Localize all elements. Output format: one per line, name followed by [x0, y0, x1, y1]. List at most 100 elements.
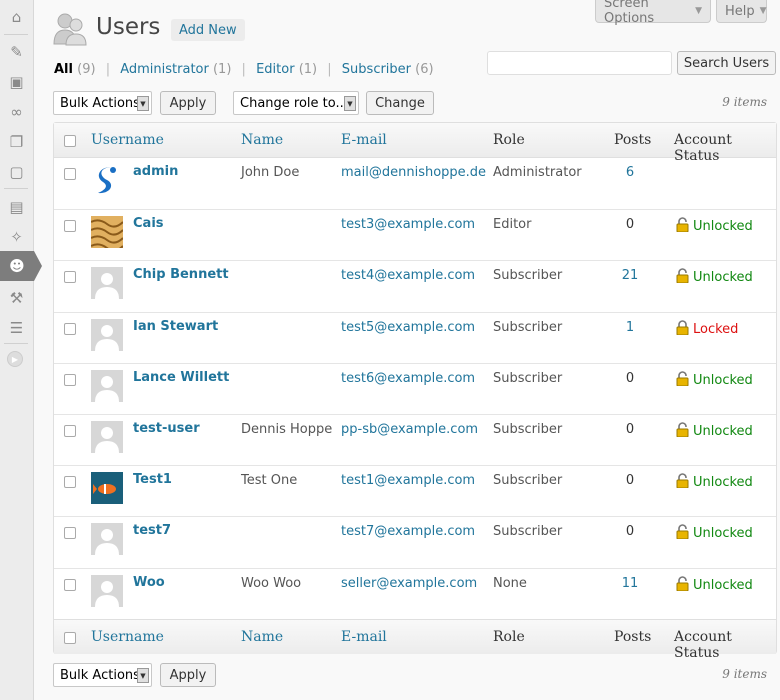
- row-checkbox[interactable]: [64, 425, 76, 437]
- add-new-button[interactable]: Add New: [171, 19, 245, 41]
- username-link[interactable]: Ian Stewart: [133, 319, 218, 334]
- account-status[interactable]: Locked: [676, 319, 738, 339]
- items-count-bottom: 9 items: [722, 667, 767, 681]
- settings-icon[interactable]: ☰: [0, 313, 33, 343]
- column-username[interactable]: Username: [91, 132, 164, 148]
- email-link[interactable]: seller@example.com: [341, 576, 477, 591]
- comments-icon[interactable]: ▢: [0, 157, 33, 187]
- select-all-checkbox[interactable]: [64, 632, 76, 644]
- bulk-actions-label: Bulk Actions: [60, 667, 140, 683]
- chevron-down-icon: ▼: [137, 96, 149, 111]
- status-text: Unlocked: [693, 424, 753, 439]
- role-text: Subscriber: [493, 268, 563, 284]
- apply-button[interactable]: Apply: [160, 91, 216, 115]
- row-checkbox[interactable]: [64, 527, 76, 540]
- search-input[interactable]: [487, 51, 672, 75]
- users-icon[interactable]: ☻: [0, 251, 42, 281]
- role-text: Subscriber: [493, 473, 563, 489]
- row-checkbox[interactable]: [64, 271, 76, 284]
- sidebar-separator: [4, 343, 28, 344]
- account-status[interactable]: Unlocked: [676, 422, 753, 441]
- plugins-icon[interactable]: ✧: [0, 222, 33, 252]
- account-status[interactable]: Unlocked: [676, 217, 753, 236]
- filter-editor[interactable]: Editor: [256, 62, 294, 77]
- row-checkbox[interactable]: [64, 322, 76, 335]
- email-link[interactable]: test6@example.com: [341, 371, 475, 386]
- username-link[interactable]: test-user: [133, 421, 200, 436]
- row-checkbox[interactable]: [64, 220, 76, 233]
- tools-icon[interactable]: ⚒: [0, 283, 33, 313]
- media-icon[interactable]: ▣: [0, 67, 33, 97]
- posts-count: 0: [625, 370, 635, 386]
- username-link[interactable]: Woo: [133, 575, 165, 590]
- lock-open-icon: [676, 524, 689, 543]
- email-link[interactable]: test3@example.com: [341, 217, 475, 232]
- filter-separator: |: [105, 62, 111, 77]
- table-row: test-user Dennis Hoppe pp-sb@example.com Su…: [54, 414, 776, 465]
- filter-subscriber[interactable]: Subscriber: [342, 62, 411, 77]
- collapse-menu-icon[interactable]: ▶: [7, 351, 23, 367]
- email-link[interactable]: test1@example.com: [341, 473, 475, 488]
- posts-count[interactable]: 1: [615, 320, 645, 335]
- email-link[interactable]: test7@example.com: [341, 524, 475, 539]
- posts-pin-icon[interactable]: ✎: [0, 37, 33, 67]
- username-link[interactable]: Chip Bennett: [133, 267, 229, 282]
- account-status[interactable]: Unlocked: [676, 371, 753, 390]
- account-status[interactable]: Unlocked: [676, 473, 753, 492]
- select-all-checkbox[interactable]: [64, 135, 76, 147]
- change-role-select[interactable]: Change role to... ▼: [233, 91, 359, 115]
- sidebar-separator: [4, 34, 28, 35]
- posts-count: 0: [625, 524, 635, 540]
- row-checkbox[interactable]: [64, 476, 76, 489]
- username-link[interactable]: test7: [133, 523, 171, 538]
- change-role-button[interactable]: Change: [366, 91, 434, 115]
- bulk-actions-label: Bulk Actions: [60, 95, 140, 111]
- row-checkbox[interactable]: [64, 373, 76, 386]
- pages-icon[interactable]: ❐: [0, 127, 33, 157]
- column-name[interactable]: Name: [241, 629, 283, 645]
- dashboard-icon[interactable]: ⌂: [0, 2, 33, 32]
- avatar: [91, 369, 123, 402]
- bulk-actions-select[interactable]: Bulk Actions ▼: [53, 91, 152, 115]
- bulk-actions-select-bottom[interactable]: Bulk Actions ▼: [53, 663, 152, 687]
- row-checkbox[interactable]: [64, 168, 76, 180]
- username-link[interactable]: admin: [133, 164, 178, 179]
- page-title: Users: [96, 14, 161, 40]
- lock-open-icon: [676, 217, 689, 236]
- posts-count[interactable]: 21: [615, 268, 645, 283]
- username-link[interactable]: Test1: [133, 472, 172, 487]
- filter-administrator[interactable]: Administrator: [120, 62, 209, 77]
- table-footer: Username Name E-mail Role Posts Account …: [54, 619, 776, 661]
- row-checkbox[interactable]: [64, 578, 76, 591]
- username-link[interactable]: Cais: [133, 216, 164, 231]
- column-name[interactable]: Name: [241, 132, 283, 148]
- table-row: admin John Doe mail@dennishoppe.de Administ…: [54, 158, 776, 209]
- role-text: Subscriber: [493, 524, 563, 540]
- table-header: Username Name E-mail Role Posts Account …: [54, 123, 776, 164]
- email-link[interactable]: test4@example.com: [341, 268, 475, 283]
- help-tab[interactable]: Help ▼: [716, 0, 767, 23]
- appearance-icon[interactable]: ▤: [0, 192, 33, 222]
- help-label: Help: [725, 3, 755, 19]
- apply-button-bottom[interactable]: Apply: [160, 663, 216, 687]
- avatar: [91, 472, 123, 505]
- screen-options-tab[interactable]: Screen Options ▼: [595, 0, 711, 26]
- email-link[interactable]: mail@dennishoppe.de: [341, 165, 486, 180]
- column-username[interactable]: Username: [91, 629, 164, 645]
- column-email[interactable]: E-mail: [341, 132, 387, 148]
- account-status[interactable]: Unlocked: [676, 268, 753, 287]
- email-link[interactable]: pp-sb@example.com: [341, 422, 478, 437]
- username-link[interactable]: Lance Willett: [133, 370, 229, 385]
- lock-open-icon: [676, 473, 689, 492]
- search-users-button[interactable]: Search Users: [677, 51, 776, 75]
- role-text: Subscriber: [493, 370, 563, 386]
- email-link[interactable]: test5@example.com: [341, 320, 475, 335]
- column-email[interactable]: E-mail: [341, 629, 387, 645]
- column-role: Role: [493, 629, 525, 645]
- links-icon[interactable]: ∞: [0, 97, 33, 127]
- account-status[interactable]: Unlocked: [676, 524, 753, 543]
- posts-count[interactable]: 6: [615, 165, 645, 180]
- account-status[interactable]: Unlocked: [676, 575, 753, 595]
- filter-all[interactable]: All: [54, 62, 73, 77]
- posts-count[interactable]: 11: [615, 576, 645, 591]
